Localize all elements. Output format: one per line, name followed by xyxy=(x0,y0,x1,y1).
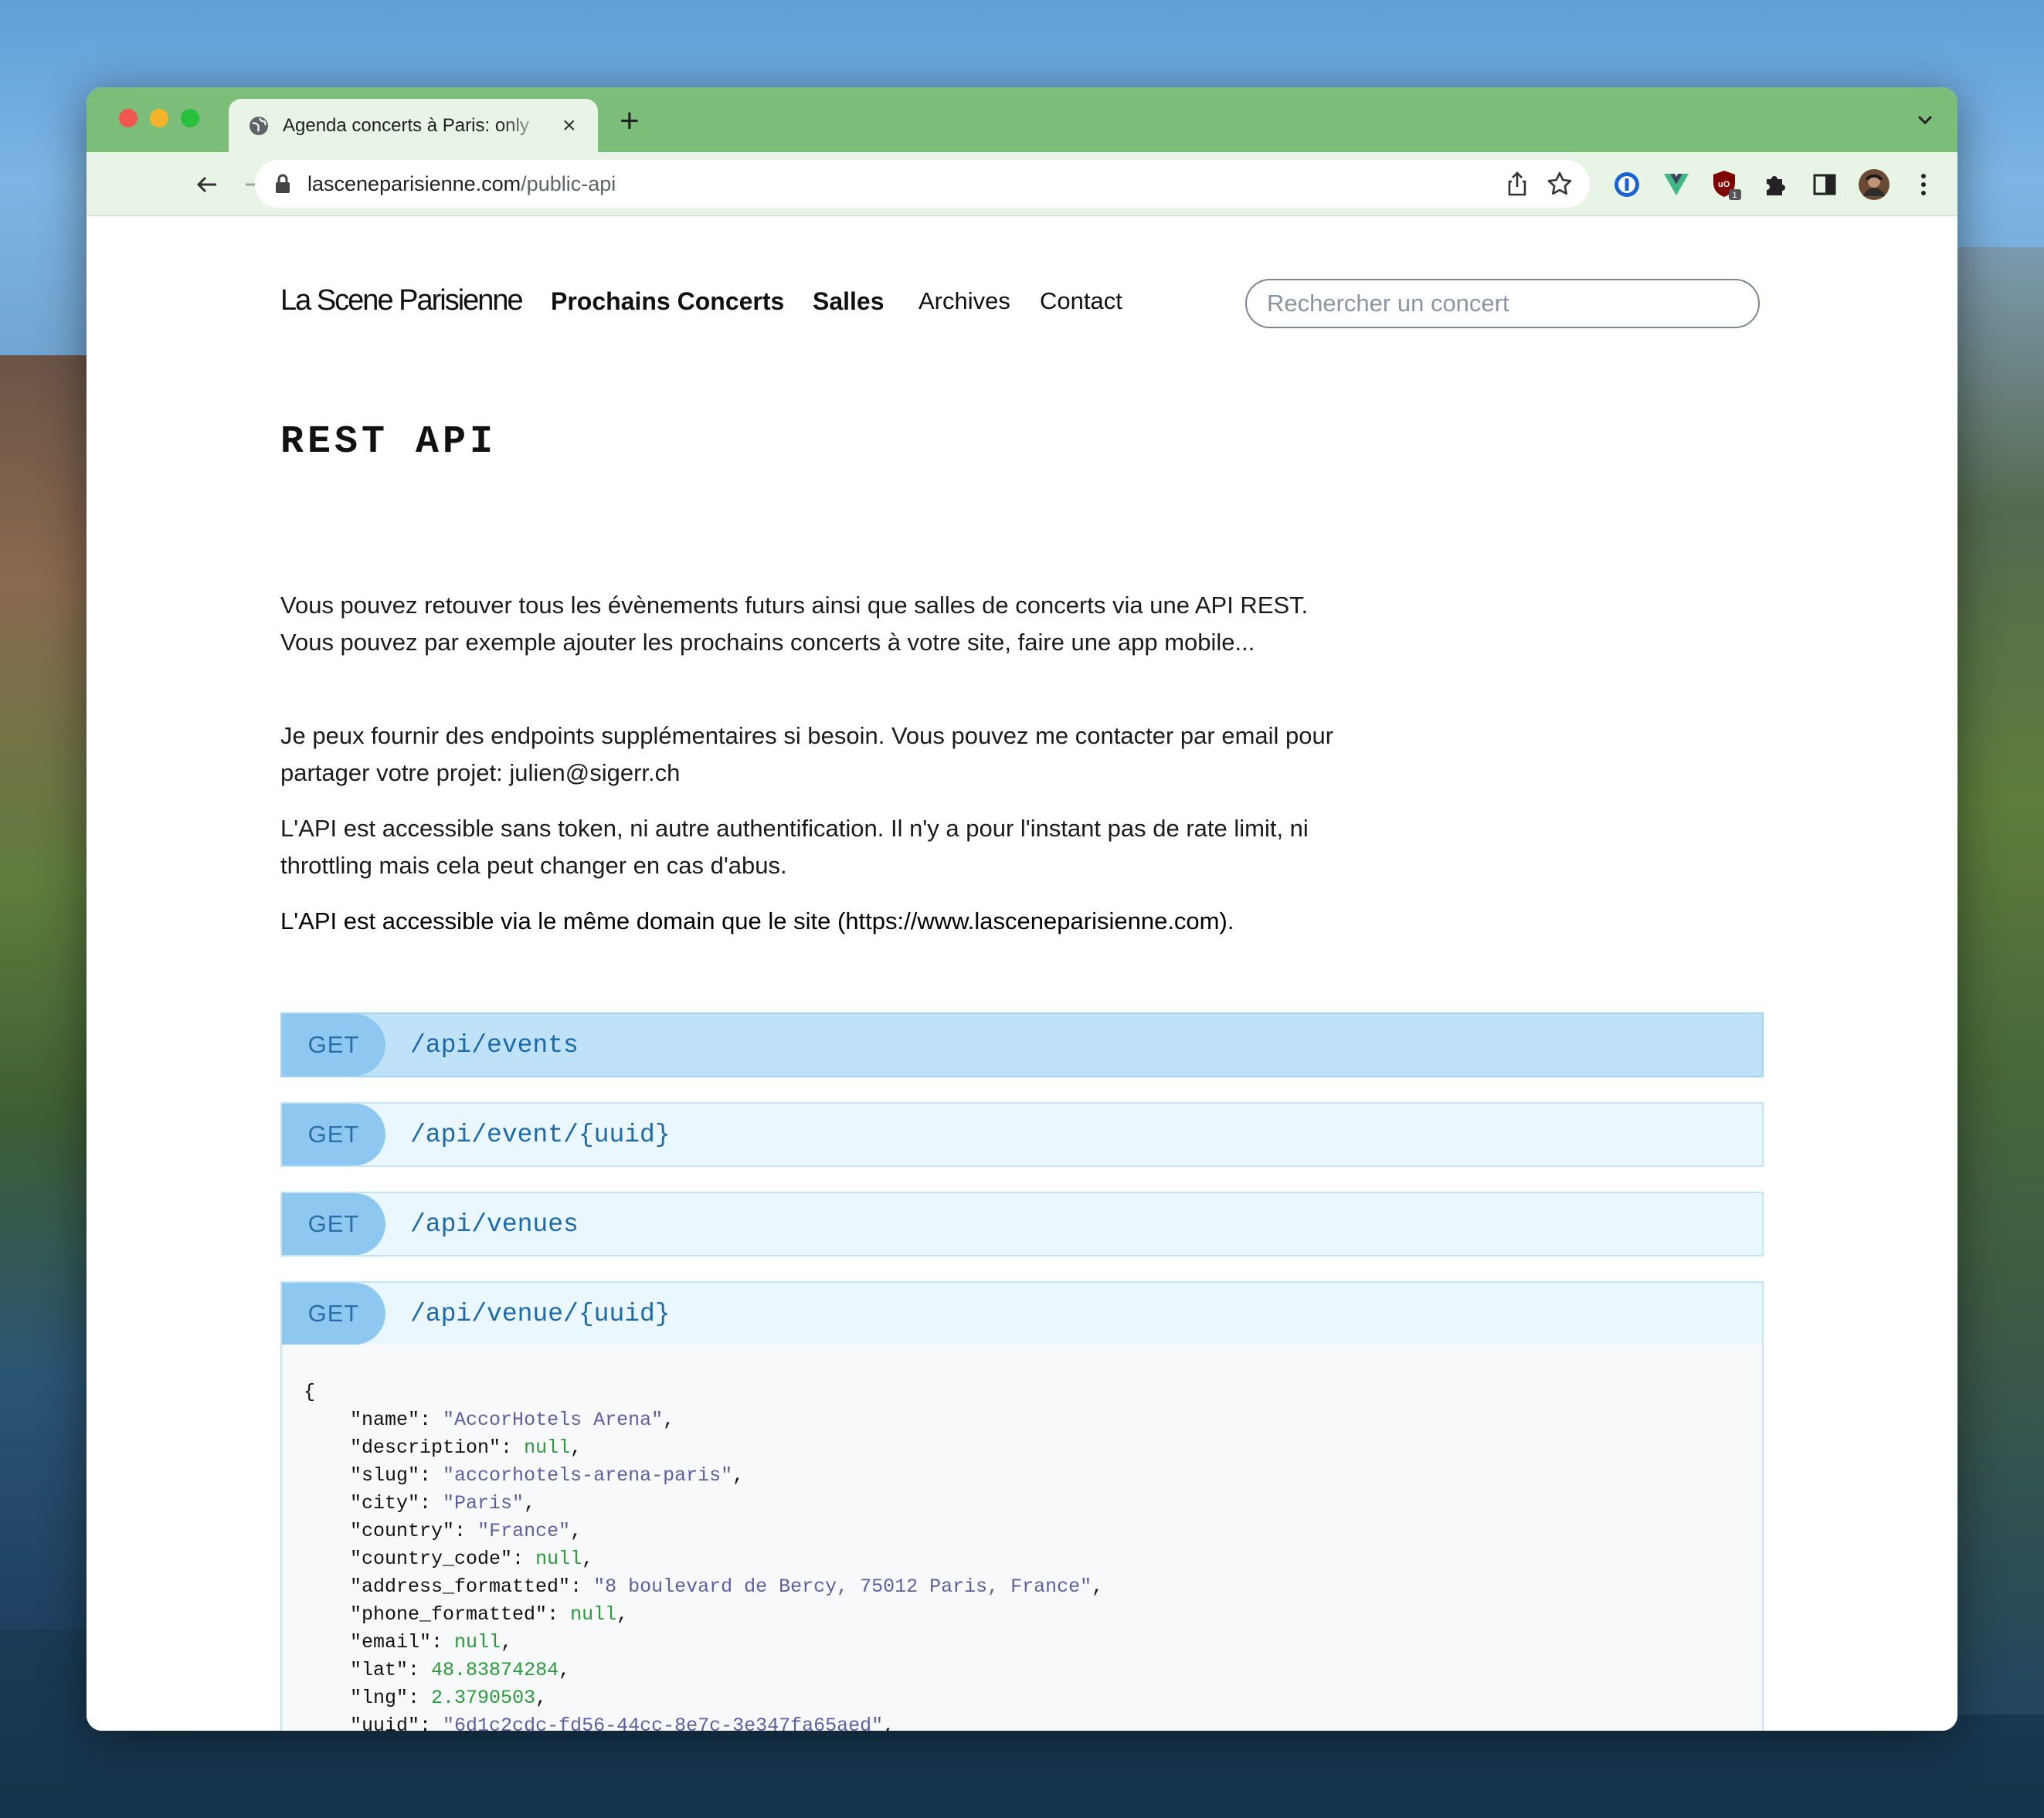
json-key: "address_formatted" xyxy=(304,1575,571,1598)
endpoint-path: /api/events xyxy=(410,1030,579,1060)
nav-link-contact[interactable]: Contact xyxy=(1040,287,1122,315)
browser-toolbar: lasceneparisienne.com/public-api uO 1 xyxy=(87,152,1957,216)
json-key: "uuid" xyxy=(304,1715,420,1731)
json-value: "6d1c2cdc-fd56-44cc-8e7c-3e347fa65aed" xyxy=(443,1715,884,1731)
json-line: "name": "AccorHotels Arena", xyxy=(304,1409,675,1431)
new-tab-button[interactable]: + xyxy=(620,104,640,138)
json-key: "description" xyxy=(304,1436,501,1459)
svg-text:uO: uO xyxy=(1718,180,1730,189)
endpoint-get-venues[interactable]: GET /api/venues xyxy=(280,1192,1764,1257)
json-line: "phone_formatted": null, xyxy=(304,1603,629,1626)
json-key: "slug" xyxy=(304,1464,420,1487)
browser-menu-icon[interactable] xyxy=(1906,168,1940,202)
tab-strip: Agenda concerts à Paris: only × + xyxy=(87,87,1957,152)
site-logo[interactable]: La Scene Parisienne xyxy=(280,284,524,317)
endpoint-get-venue-uuid[interactable]: GET /api/venue/{uuid} xyxy=(280,1281,1764,1346)
profile-avatar[interactable] xyxy=(1857,168,1891,202)
json-key: "phone_formatted" xyxy=(304,1603,548,1626)
address-bar[interactable]: lasceneparisienne.com/public-api xyxy=(255,160,1590,208)
method-badge: GET xyxy=(282,1014,385,1076)
json-key: "lat" xyxy=(304,1659,409,1681)
vue-devtools-extension-icon[interactable] xyxy=(1659,168,1693,202)
extensions-puzzle-icon[interactable] xyxy=(1758,168,1792,202)
json-response-code: { "name": "AccorHotels Arena", "descript… xyxy=(304,1379,1103,1731)
domain-paragraph: L'API est accessible via le même domain … xyxy=(280,907,1234,934)
contact-paragraph: Je peux fournir des endpoints supplément… xyxy=(280,722,1334,786)
nav-link-archives[interactable]: Archives xyxy=(918,287,1010,315)
json-line: "lat": 48.83874284, xyxy=(304,1659,571,1681)
json-key: "country" xyxy=(304,1520,455,1542)
json-line: "email": null, xyxy=(304,1631,513,1653)
active-tab[interactable]: Agenda concerts à Paris: only × xyxy=(229,99,598,152)
globe-icon xyxy=(247,114,270,137)
json-value: null xyxy=(524,1436,571,1459)
json-line: "country_code": null, xyxy=(304,1548,594,1570)
method-badge: GET xyxy=(282,1193,385,1255)
json-value: "8 boulevard de Bercy, 75012 Paris, Fran… xyxy=(593,1575,1092,1598)
json-line: "description": null, xyxy=(304,1436,582,1459)
json-value: "Paris" xyxy=(443,1492,525,1514)
json-key: "city" xyxy=(304,1492,420,1514)
json-open-brace: { xyxy=(304,1381,316,1403)
json-value: "AccorHotels Arena" xyxy=(443,1409,664,1431)
bookmark-star-icon[interactable] xyxy=(1547,171,1573,201)
nav-link-salles[interactable]: Salles xyxy=(813,287,884,316)
json-line: "city": "Paris", xyxy=(304,1492,536,1514)
endpoint-get-event-uuid[interactable]: GET /api/event/{uuid} xyxy=(280,1102,1764,1167)
back-arrow-icon[interactable] xyxy=(192,169,222,200)
ublock-extension-icon[interactable]: uO 1 xyxy=(1709,168,1743,202)
json-value: null xyxy=(454,1631,501,1653)
page-content: La Scene Parisienne Prochains Concerts S… xyxy=(87,216,1957,1731)
response-example-panel: { "name": "AccorHotels Arena", "descript… xyxy=(280,1345,1764,1731)
json-value: null xyxy=(570,1603,617,1626)
json-value: "accorhotels-arena-paris" xyxy=(443,1464,733,1487)
url-text: lasceneparisienne.com/public-api xyxy=(307,171,616,195)
chevron-down-icon[interactable] xyxy=(1916,112,1934,131)
lock-icon[interactable] xyxy=(275,173,294,195)
password-manager-extension-icon[interactable] xyxy=(1610,168,1644,202)
extension-badge: 1 xyxy=(1733,191,1737,200)
tab-title: Agenda concerts à Paris: only xyxy=(283,114,529,136)
json-line: "lng": 2.3790503, xyxy=(304,1687,548,1709)
endpoint-path: /api/event/{uuid} xyxy=(410,1120,671,1149)
json-line: "address_formatted": "8 boulevard de Ber… xyxy=(304,1575,1104,1598)
endpoint-get-events[interactable]: GET /api/events xyxy=(280,1012,1764,1077)
browser-window: Agenda concerts à Paris: only × + lascen… xyxy=(87,87,1957,1731)
close-tab-icon[interactable]: × xyxy=(562,114,576,137)
auth-paragraph: L'API est accessible sans token, ni autr… xyxy=(280,815,1309,879)
json-value: 2.3790503 xyxy=(431,1687,536,1709)
json-key: "name" xyxy=(304,1409,420,1431)
intro-paragraph: Vous pouvez retouver tous les évènements… xyxy=(280,592,1309,656)
json-line: "country": "France", xyxy=(304,1520,582,1542)
json-line: "uuid": "6d1c2cdc-fd56-44cc-8e7c-3e347fa… xyxy=(304,1715,895,1731)
minimize-window-button[interactable] xyxy=(150,109,168,127)
method-badge: GET xyxy=(282,1283,385,1345)
zoom-window-button[interactable] xyxy=(181,109,199,127)
side-panel-icon[interactable] xyxy=(1808,168,1842,202)
json-key: "email" xyxy=(304,1631,432,1653)
json-value: null xyxy=(535,1548,582,1570)
search-input[interactable] xyxy=(1245,279,1760,328)
method-badge: GET xyxy=(282,1104,385,1165)
close-window-button[interactable] xyxy=(119,109,138,127)
page-title: REST API xyxy=(280,420,497,464)
nav-link-prochains-concerts[interactable]: Prochains Concerts xyxy=(551,287,784,316)
json-value: 48.83874284 xyxy=(431,1659,559,1681)
share-icon[interactable] xyxy=(1505,171,1530,201)
json-key: "country_code" xyxy=(304,1548,513,1570)
endpoint-path: /api/venue/{uuid} xyxy=(410,1299,671,1328)
json-key: "lng" xyxy=(304,1687,409,1709)
json-line: "slug": "accorhotels-arena-paris", xyxy=(304,1464,745,1487)
endpoint-path: /api/venues xyxy=(410,1209,579,1239)
json-value: "France" xyxy=(477,1520,571,1542)
